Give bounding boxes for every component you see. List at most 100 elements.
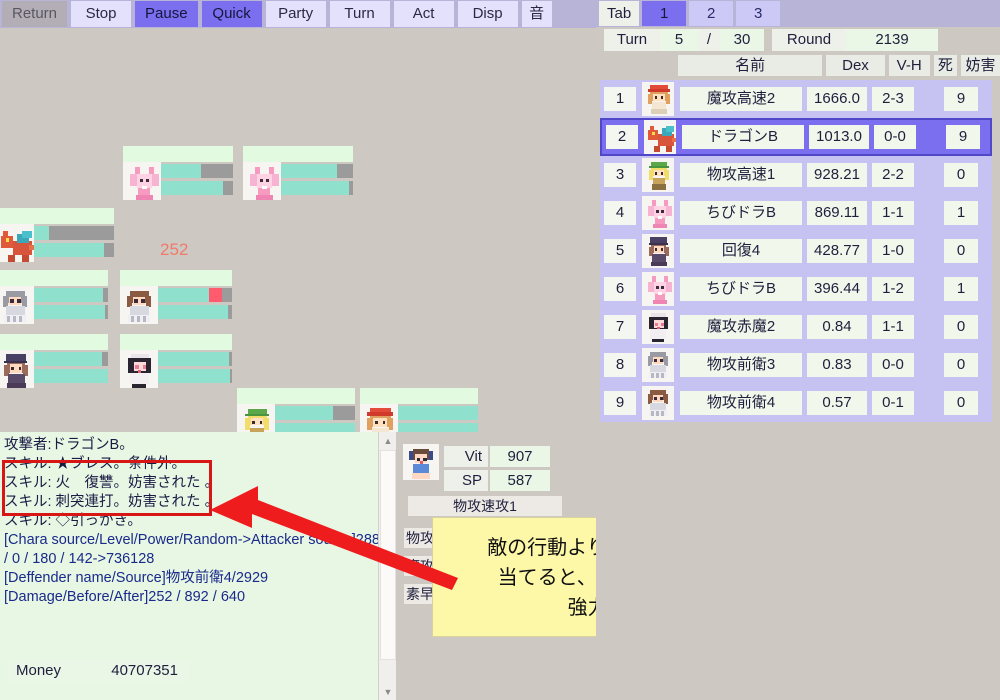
unit-bars: [158, 350, 232, 388]
turn-separator: /: [698, 29, 720, 51]
unit-hp-bar: [34, 288, 108, 302]
turn-order-row[interactable]: 4 ちびドラB 869.11 1-1 1: [600, 194, 992, 232]
turn-order-row[interactable]: 7 魔攻赤魔2 0.84 1-1 0: [600, 308, 992, 346]
toolbar-button-disp[interactable]: Disp: [457, 1, 518, 27]
row-dex: 0.83: [807, 353, 867, 377]
log-line-6: [Deffender name/Source]物攻前衛4/2929: [4, 570, 269, 586]
unit-sp-bar: [34, 243, 114, 257]
log-scrollbar[interactable]: ▲ ▼: [378, 432, 396, 700]
toolbar-button-party[interactable]: Party: [265, 1, 326, 27]
unit-nameplate: [120, 270, 232, 286]
stat-key-sp: SP: [444, 470, 488, 491]
skill-row-0[interactable]: 物攻速攻1: [408, 496, 562, 516]
toolbar-button-音[interactable]: 音: [521, 1, 552, 27]
unit-hp-bar: [158, 288, 232, 302]
row-block: 0: [944, 239, 978, 263]
row-block: 0: [944, 315, 978, 339]
row-dex: 928.21: [807, 163, 867, 187]
unit-sprite-chibidra: [123, 162, 161, 200]
battlefield-unit-ally-mage-fast-2[interactable]: [360, 388, 478, 432]
table-column-header: 名前 Dex V-H 死 妨害: [596, 53, 1000, 77]
unit-sprite-blonde: [237, 404, 275, 432]
toolbar-button-turn[interactable]: Turn: [329, 1, 390, 27]
column-header-death: 死: [933, 54, 958, 76]
turn-order-row[interactable]: 2 ドラゴンB 1013.0 0-0 9: [600, 118, 992, 156]
toolbar-button-stop[interactable]: Stop: [71, 1, 132, 27]
turn-order-row[interactable]: 9 物攻前衛4 0.57 0-1 0: [600, 384, 992, 422]
tab-3[interactable]: 3: [736, 1, 781, 26]
turn-order-row[interactable]: 8 物攻前衛3 0.83 0-0 0: [600, 346, 992, 384]
unit-nameplate: [123, 146, 233, 162]
row-vh: 0-1: [872, 391, 914, 415]
unit-bars: [34, 350, 108, 388]
turn-order-row[interactable]: 5 回復4 428.77 1-0 0: [600, 232, 992, 270]
round-value: 2139: [846, 29, 938, 51]
row-block: 0: [944, 163, 978, 187]
row-name: 物攻高速1: [680, 163, 802, 187]
money-row: Money 40707351: [8, 660, 190, 682]
toolbar-button-quick[interactable]: Quick: [201, 1, 262, 27]
turn-order-row[interactable]: 6 ちびドラB 396.44 1-2 1: [600, 270, 992, 308]
stat-row-vit: Vit 907: [444, 446, 550, 467]
column-header-name: 名前: [678, 54, 823, 76]
row-dex: 428.77: [807, 239, 867, 263]
battlefield-unit-ally-heal-4[interactable]: [0, 334, 108, 388]
unit-hp-bar: [158, 352, 232, 366]
battlefield-unit-enemy-dragon-b[interactable]: [0, 208, 114, 262]
row-avatar-chibidra: [642, 196, 674, 230]
battlefield-unit-ally-red-mage[interactable]: [120, 334, 232, 388]
unit-hp-bar: [281, 164, 353, 178]
row-avatar-dragon: [644, 120, 676, 154]
unit-sprite-mage-purple: [0, 350, 34, 388]
toolbar-button-pause[interactable]: Pause: [135, 1, 198, 27]
battlefield-unit-enemy-chibidra-2[interactable]: [243, 146, 353, 200]
row-name: ちびドラB: [680, 201, 802, 225]
row-avatar-chibidra: [642, 272, 674, 306]
row-avatar-blonde: [642, 158, 674, 192]
toolbar-button-act[interactable]: Act: [393, 1, 454, 27]
battlefield-unit-ally-front-4[interactable]: [120, 270, 232, 324]
unit-sp-bar: [275, 423, 355, 432]
unit-sp-bar: [34, 305, 108, 319]
unit-bars: [281, 162, 353, 200]
turn-order-row[interactable]: 3 物攻高速1 928.21 2-2 0: [600, 156, 992, 194]
row-vh: 1-1: [872, 201, 914, 225]
tab-bar-label: Tab: [599, 1, 640, 26]
toolbar-button-return: Return: [2, 1, 68, 27]
scrollbar-thumb[interactable]: [380, 450, 396, 660]
unit-sprite-redhat: [360, 404, 398, 432]
unit-damage-overlay: [209, 288, 222, 302]
round-label: Round: [772, 29, 846, 51]
unit-nameplate: [0, 334, 108, 350]
unit-sp-bar: [34, 369, 108, 383]
unit-hp-bar: [161, 164, 233, 178]
unit-sprite-dragon: [0, 224, 34, 262]
log-line-4: スキル: ◇引っかき。: [4, 513, 142, 529]
log-line-7: [Damage/Before/After]252 / 892 / 640: [4, 589, 246, 605]
scroll-down-icon[interactable]: ▼: [379, 683, 397, 700]
column-header-vh: V-H: [888, 54, 930, 76]
row-dex: 0.57: [807, 391, 867, 415]
turn-order-row[interactable]: 1 魔攻高速2 1666.0 2-3 9: [600, 80, 992, 118]
column-header-dex: Dex: [826, 54, 885, 76]
battlefield-unit-ally-front-3[interactable]: [0, 270, 108, 324]
row-death: [918, 315, 940, 339]
battlefield-unit-enemy-chibidra-1[interactable]: [123, 146, 233, 200]
unit-hp-bar: [275, 406, 355, 420]
row-name: 回復4: [680, 239, 802, 263]
row-index: 7: [604, 315, 636, 339]
turn-label: Turn: [604, 29, 660, 51]
row-dex: 1013.0: [809, 125, 869, 149]
row-index: 4: [604, 201, 636, 225]
row-avatar-redhat: [642, 82, 674, 116]
tab-2[interactable]: 2: [689, 1, 734, 26]
tab-1[interactable]: 1: [642, 1, 687, 26]
row-block: 9: [946, 125, 980, 149]
money-label: Money: [16, 662, 62, 679]
row-index: 8: [604, 353, 636, 377]
battlefield-unit-ally-fast-1[interactable]: [237, 388, 355, 432]
battlefield[interactable]: 252: [0, 28, 596, 432]
scroll-up-icon[interactable]: ▲: [379, 432, 397, 449]
app-window: Return Stop Pause Quick Party Turn Act Disp 音 25…: [0, 0, 1000, 700]
row-avatar-maid: [642, 310, 674, 344]
